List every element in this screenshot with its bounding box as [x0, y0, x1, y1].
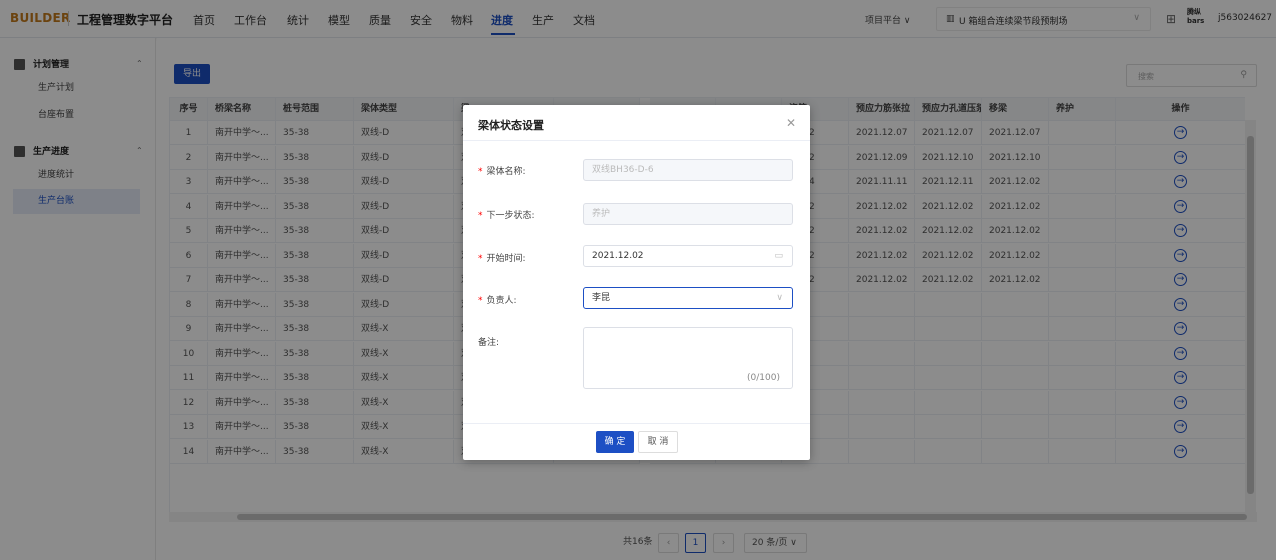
chevron-down-icon: ∨: [776, 293, 783, 303]
dialog-title: 梁体状态设置: [478, 119, 544, 132]
calendar-icon: ▭: [774, 251, 783, 261]
remark-label: 备注:: [478, 338, 500, 348]
owner-value: 李昆: [592, 293, 611, 303]
start-time-picker[interactable]: 2021.12.02 ▭: [583, 245, 793, 267]
start-time-value: 2021.12.02: [592, 251, 644, 261]
beam-name-field: 双线BH36-D-6: [583, 159, 793, 181]
beam-status-dialog: 梁体状态设置 ✕ * 梁体名称: 双线BH36-D-6 * 下一步状态: 养护 * 开…: [463, 105, 810, 460]
owner-select[interactable]: 李昆 ∨: [583, 287, 793, 309]
close-icon[interactable]: ✕: [786, 116, 796, 130]
start-time-label: * 开始时间:: [478, 254, 526, 264]
owner-label: * 负责人:: [478, 296, 517, 306]
dialog-header-divider: [463, 140, 810, 141]
remark-counter: (0/100): [747, 373, 780, 383]
confirm-button[interactable]: 确 定: [596, 431, 634, 453]
next-status-field: 养护: [583, 203, 793, 225]
cancel-button[interactable]: 取 消: [638, 431, 678, 453]
next-status-label: * 下一步状态:: [478, 211, 535, 221]
beam-name-label: * 梁体名称:: [478, 167, 526, 177]
remark-textarea[interactable]: (0/100): [583, 327, 793, 389]
dialog-footer-divider: [463, 423, 810, 424]
